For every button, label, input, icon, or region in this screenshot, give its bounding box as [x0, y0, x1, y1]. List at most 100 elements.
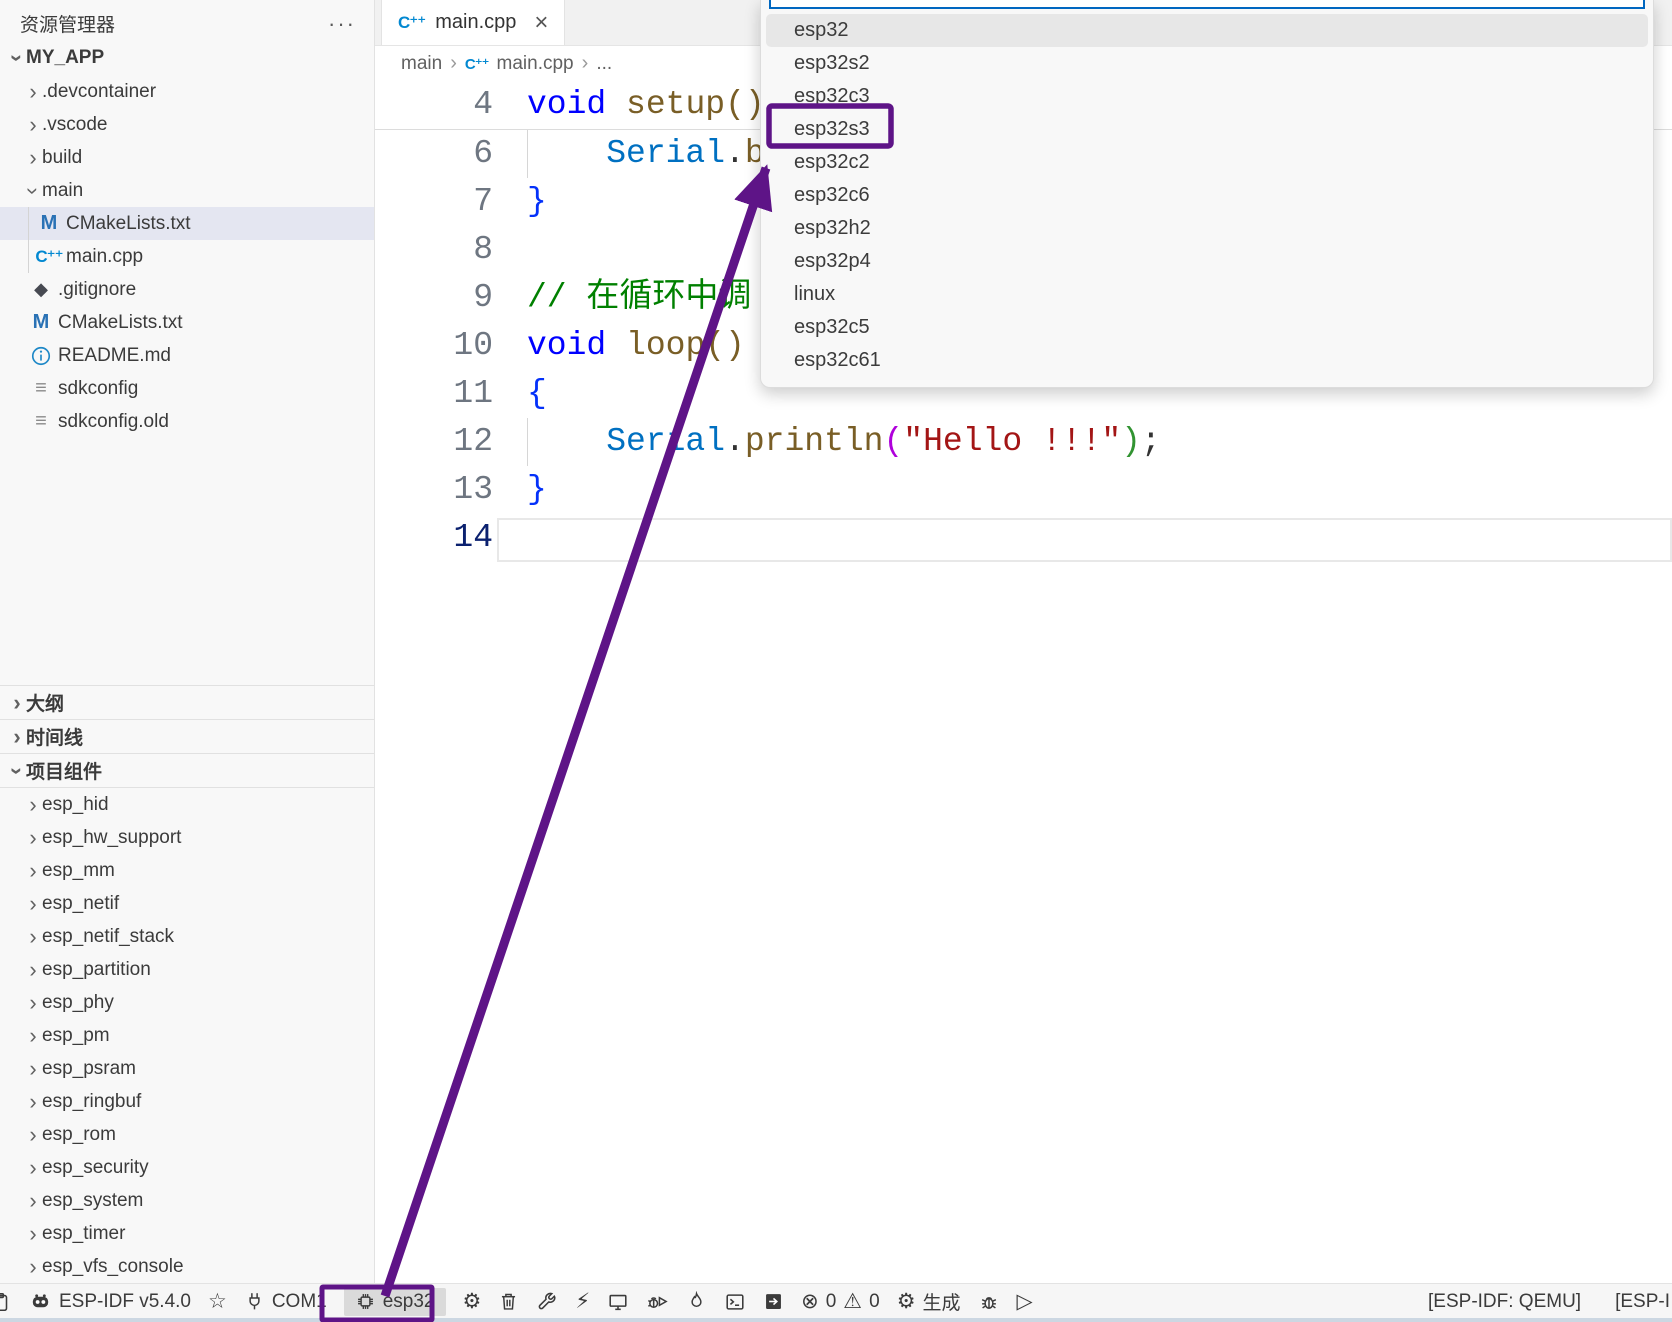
quick-pick-label: esp32c2 — [794, 151, 870, 174]
component-item[interactable]: ›esp_vfs_console — [0, 1250, 374, 1283]
cpp-file-icon: C⁺⁺ — [465, 55, 489, 73]
close-icon[interactable]: × — [534, 9, 548, 37]
monitor-icon[interactable] — [607, 1291, 629, 1313]
info-file-icon — [28, 345, 54, 367]
build-button[interactable]: ⚙ 生成 — [897, 1288, 961, 1315]
component-item[interactable]: ›esp_psram — [0, 1052, 374, 1085]
code-token — [606, 327, 626, 364]
section-project-components[interactable]: › 项目组件 — [0, 753, 374, 788]
indent-guide — [527, 130, 528, 178]
code-token: } — [527, 183, 547, 220]
quick-pick-item-esp32p4[interactable]: esp32p4 — [766, 245, 1648, 278]
component-item[interactable]: ›esp_phy — [0, 986, 374, 1019]
tree-item-readme[interactable]: README.md — [0, 339, 374, 372]
code-token: . — [725, 423, 745, 460]
tree-item-root-cmakelists[interactable]: M CMakeLists.txt — [0, 306, 374, 339]
quick-pick-item-linux[interactable]: linux — [766, 278, 1648, 311]
component-label: esp_timer — [42, 1223, 125, 1245]
component-item[interactable]: ›esp_partition — [0, 953, 374, 986]
error-count: 0 — [826, 1291, 837, 1313]
component-label: esp_rom — [42, 1124, 116, 1146]
quick-pick-input[interactable] — [769, 0, 1645, 9]
status-espidf-label-clipped[interactable]: [ESP-I — [1615, 1291, 1670, 1313]
serial-port-button[interactable]: COM1 — [244, 1291, 327, 1313]
flame-icon[interactable] — [686, 1291, 707, 1312]
tree-item-devcontainer[interactable]: › .devcontainer — [0, 75, 374, 108]
tree-item-vscode[interactable]: › .vscode — [0, 108, 374, 141]
quick-pick-item-esp32s3[interactable]: esp32s3 — [766, 113, 1648, 146]
quick-pick-item-esp32c61[interactable]: esp32c61 — [766, 344, 1648, 377]
quick-pick-item-esp32c5[interactable]: esp32c5 — [766, 311, 1648, 344]
wrench-icon[interactable] — [536, 1291, 558, 1313]
code-token: void — [527, 86, 606, 123]
component-label: esp_mm — [42, 860, 115, 882]
explorer-more-actions-icon[interactable]: ··· — [328, 19, 356, 29]
tab-main-cpp[interactable]: C⁺⁺ main.cpp × — [381, 0, 565, 45]
status-qemu-label[interactable]: [ESP-IDF: QEMU] — [1428, 1291, 1581, 1313]
chevron-right-icon: › — [24, 1192, 42, 1210]
tree-item-label: .devcontainer — [42, 81, 156, 103]
quick-pick-item-esp32s2[interactable]: esp32s2 — [766, 47, 1648, 80]
tree-item-main-folder[interactable]: › main — [0, 174, 374, 207]
esp-idf-version-label: ESP-IDF v5.4.0 — [59, 1291, 191, 1313]
tree-item-main-cmakelists[interactable]: M CMakeLists.txt — [0, 207, 374, 240]
quick-pick-item-esp32c2[interactable]: esp32c2 — [766, 146, 1648, 179]
component-item[interactable]: ›esp_pm — [0, 1019, 374, 1052]
section-label: 时间线 — [26, 723, 83, 750]
code-token: "Hello !!!" — [903, 423, 1121, 460]
component-item[interactable]: ›esp_system — [0, 1184, 374, 1217]
terminal-icon[interactable] — [724, 1291, 746, 1313]
lightning-icon[interactable]: ⚡ — [575, 1291, 590, 1312]
component-item[interactable]: ›esp_ringbuf — [0, 1085, 374, 1118]
problems-button[interactable]: ⊗ 0 ⚠ 0 — [801, 1291, 880, 1313]
esp-idf-version-button[interactable]: ESP-IDF v5.4.0 — [29, 1290, 191, 1313]
chevron-right-icon: › — [24, 1027, 42, 1045]
component-item[interactable]: ›esp_timer — [0, 1217, 374, 1250]
cpp-file-icon: C⁺⁺ — [36, 247, 62, 267]
component-item[interactable]: ›esp_hw_support — [0, 821, 374, 854]
chevron-right-icon: › — [8, 694, 26, 712]
component-item[interactable]: ›esp_rom — [0, 1118, 374, 1151]
component-item[interactable]: ›esp_security — [0, 1151, 374, 1184]
component-item[interactable]: ›esp_netif — [0, 887, 374, 920]
play-icon[interactable]: ▷ — [1017, 1291, 1033, 1312]
star-icon[interactable]: ☆ — [208, 1291, 227, 1312]
component-item[interactable]: ›esp_mm — [0, 854, 374, 887]
clipboard-icon[interactable] — [0, 1291, 12, 1313]
chevron-right-icon: › — [24, 928, 42, 946]
tree-item-label: sdkconfig.old — [58, 411, 169, 433]
quick-pick-label: esp32c61 — [794, 349, 881, 372]
component-label: esp_phy — [42, 992, 114, 1014]
config-file-icon: ≡ — [28, 377, 54, 400]
full-clean-button[interactable] — [498, 1291, 519, 1312]
component-item[interactable]: ›esp_netif_stack — [0, 920, 374, 953]
quick-pick-item-esp32c3[interactable]: esp32c3 — [766, 80, 1648, 113]
set-target-button[interactable]: esp32 — [344, 1288, 446, 1316]
section-timeline[interactable]: › 时间线 — [0, 719, 374, 753]
component-label: esp_hw_support — [42, 827, 181, 849]
workspace-root-row[interactable]: › MY_APP — [0, 41, 374, 75]
breadcrumb-symbol[interactable]: ... — [596, 53, 612, 75]
breadcrumb-file[interactable]: main.cpp — [497, 53, 574, 75]
export-icon[interactable] — [763, 1291, 784, 1312]
code-token — [606, 86, 626, 123]
chevron-down-icon: › — [8, 49, 26, 67]
tree-item-build[interactable]: › build — [0, 141, 374, 174]
quick-pick-item-esp32c6[interactable]: esp32c6 — [766, 179, 1648, 212]
section-outline[interactable]: › 大纲 — [0, 685, 374, 719]
quick-pick-item-esp32[interactable]: esp32 — [766, 14, 1648, 47]
line-number: 11 — [375, 370, 493, 418]
chevron-right-icon: › — [24, 994, 42, 1012]
tree-item-gitignore[interactable]: ◆ .gitignore — [0, 273, 374, 306]
debug-start-icon[interactable] — [646, 1290, 669, 1313]
tree-item-main-cpp[interactable]: C⁺⁺ main.cpp — [0, 240, 374, 273]
quick-pick-item-esp32h2[interactable]: esp32h2 — [766, 212, 1648, 245]
tree-item-label: sdkconfig — [58, 378, 138, 400]
gear-icon[interactable]: ⚙ — [463, 1291, 482, 1312]
bug-icon[interactable] — [978, 1291, 1000, 1313]
breadcrumb-main[interactable]: main — [401, 53, 442, 75]
component-item[interactable]: ›esp_hid — [0, 788, 374, 821]
code-token: println — [745, 423, 884, 460]
tree-item-sdkconfig-old[interactable]: ≡ sdkconfig.old — [0, 405, 374, 438]
tree-item-sdkconfig[interactable]: ≡ sdkconfig — [0, 372, 374, 405]
